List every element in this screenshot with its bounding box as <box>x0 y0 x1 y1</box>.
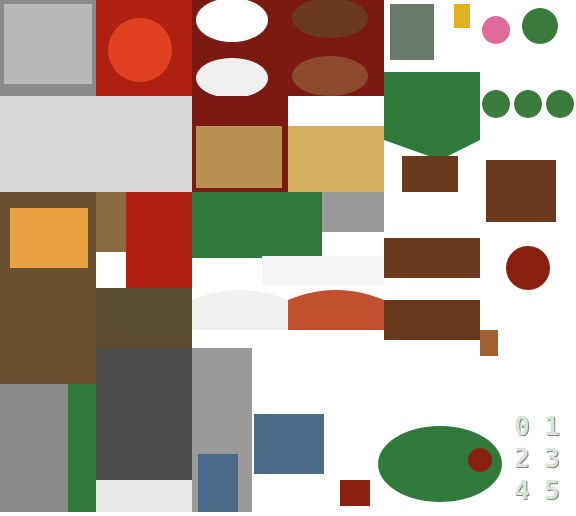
drink-flower-row <box>262 256 384 286</box>
gold-trophy-icon <box>454 4 470 28</box>
digit-2: 2 <box>514 444 530 474</box>
diamond-floor-tile-icon <box>322 192 384 232</box>
spotlight-glow <box>108 18 172 82</box>
digit-3: 3 <box>544 444 560 474</box>
wall-lights-row <box>0 96 192 192</box>
wooden-floor <box>196 126 282 188</box>
wooden-staircase-icon <box>402 156 458 192</box>
potted-flower-3-icon <box>546 90 574 118</box>
tileset-canvas <box>0 0 576 512</box>
digit-5: 5 <box>544 476 560 506</box>
long-wooden-bench-icon <box>384 238 480 278</box>
bar-bottles-glow <box>10 208 88 268</box>
round-wood-table-bottom <box>292 56 368 96</box>
dartboard-icon <box>506 246 550 290</box>
slot-cabinet-icon <box>390 4 434 60</box>
bottle-table-icon <box>96 288 192 348</box>
red-curtain-icon <box>126 192 192 288</box>
checker-floor-icon <box>96 480 192 512</box>
roulette-wheel-icon <box>468 448 492 472</box>
wooden-crate-shelf-icon <box>486 160 556 222</box>
wine-cellar-shelf <box>0 288 96 384</box>
potted-flower-icon <box>482 90 510 118</box>
tileset-sheet: 0 1 2 3 4 5 <box>0 0 576 512</box>
slot-machine-1-icon <box>198 454 238 512</box>
slot-machine-2-icon <box>254 414 324 474</box>
table-white-cloth-bottom <box>196 58 268 98</box>
potted-flower-2-icon <box>514 90 542 118</box>
shield-emblem-icon <box>480 330 498 356</box>
digit-4: 4 <box>514 476 530 506</box>
pedestal-table-icon <box>384 300 480 340</box>
potted-fern-icon <box>522 8 558 44</box>
white-arch-icon <box>192 290 288 330</box>
crate-stack-icon <box>96 192 126 252</box>
digit-1: 1 <box>544 412 560 442</box>
table-white-cloth-top <box>196 0 268 42</box>
green-carpet-runner <box>68 384 96 512</box>
copper-dome-icon <box>288 290 384 330</box>
stone-panel <box>4 4 92 84</box>
pool-table-icon <box>192 192 322 258</box>
digit-0: 0 <box>514 412 530 442</box>
potted-flower-pink-icon <box>482 16 510 44</box>
green-card-table-icon <box>384 72 480 160</box>
lit-wooden-floor <box>288 126 384 192</box>
trash-can-icon <box>340 480 370 506</box>
